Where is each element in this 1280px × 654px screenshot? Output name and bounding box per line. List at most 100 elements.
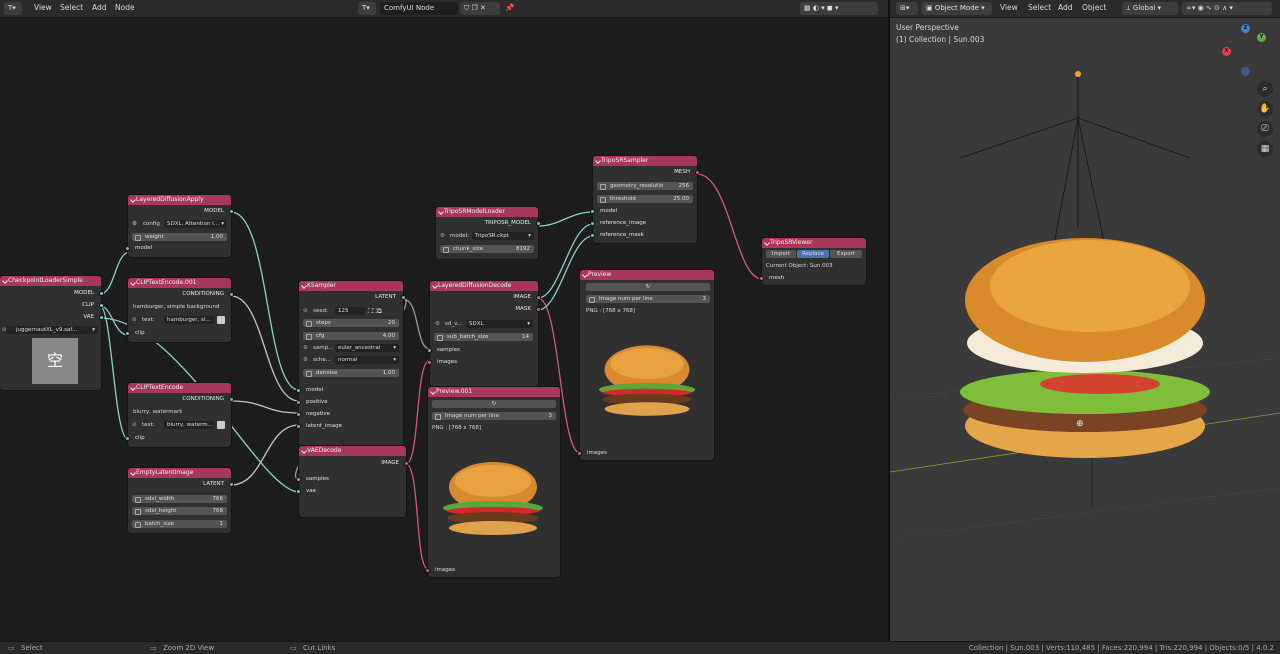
width-field[interactable]: sdxl_width 768 — [132, 495, 227, 503]
steps-field[interactable]: steps 20 — [303, 319, 399, 327]
socket-image-out[interactable] — [404, 461, 409, 466]
node-tree-name-field[interactable]: ComfyUI Node — [380, 2, 458, 15]
menu-node[interactable]: Node — [115, 3, 135, 12]
socket-latent-out[interactable] — [229, 482, 234, 487]
weight-field[interactable]: weight 1.00 — [132, 233, 227, 241]
node-layered-diffusion-apply[interactable]: LayeredDiffusionApply MODEL ⚙ config SDX… — [125, 195, 234, 257]
socket-reference-mask-in[interactable] — [590, 233, 595, 238]
socket-latent-out[interactable] — [401, 295, 406, 300]
socket-model-in[interactable] — [590, 209, 595, 214]
socket-model-out[interactable] — [229, 209, 234, 214]
batch-size-field[interactable]: batch_size 1 — [132, 520, 227, 528]
config-select[interactable]: SDXL, Attention I... ▾ — [164, 220, 227, 228]
cfg-field[interactable]: cfg 4.00 — [303, 332, 399, 340]
socket-vae-in[interactable] — [296, 489, 301, 494]
node-clip-text-encode-001[interactable]: CLIPTextEncode.001 CONDITIONING hamburge… — [125, 278, 234, 342]
height-field[interactable]: sdxl_height 768 — [132, 507, 227, 515]
socket-clip-in[interactable] — [125, 436, 130, 441]
refresh-button[interactable]: ↻ — [586, 283, 710, 291]
node-preview-001[interactable]: Preview.001 ↻ Image num per line 3 PNG : … — [425, 387, 560, 577]
node-editor-canvas[interactable]: CheckpointLoaderSimple MODEL CLIP VAE ju… — [0, 18, 888, 641]
socket-clip-in[interactable] — [125, 331, 130, 336]
socket-mesh-in[interactable] — [759, 276, 764, 281]
socket-mesh-out[interactable] — [695, 170, 700, 175]
viewport-editor-type-button[interactable]: ⊞▾ — [896, 2, 918, 15]
mode-select[interactable]: ▣ Object Mode ▾ — [922, 2, 992, 15]
node-empty-latent-image[interactable]: EmptyLatentImage LATENT sdxl_width 768 sd… — [128, 468, 234, 533]
gizmo-z-axis[interactable]: Z — [1241, 24, 1250, 33]
zoom-icon[interactable]: ⌕ — [1257, 81, 1273, 97]
sub-batch-size-field[interactable]: sub_batch_size 14 — [434, 333, 533, 341]
socket-mask-out[interactable] — [536, 307, 541, 312]
node-checkpoint-loader[interactable]: CheckpointLoaderSimple MODEL CLIP VAE ju… — [0, 276, 104, 390]
socket-model-in[interactable] — [296, 388, 301, 393]
socket-negative-in[interactable] — [296, 412, 301, 417]
node-clip-text-encode[interactable]: CLIPTextEncode CONDITIONING blurry, wate… — [125, 383, 234, 447]
edit-text-icon[interactable] — [217, 316, 225, 324]
socket-conditioning-out[interactable] — [229, 397, 234, 402]
socket-reference-image-in[interactable] — [590, 221, 595, 226]
node-triposr-model-loader[interactable]: TripoSRModelLoader TRIPOSR_MODEL ⚙ model… — [436, 207, 541, 259]
viewport-menu-add[interactable]: Add — [1058, 3, 1073, 12]
pin-icon[interactable]: 📌 — [505, 3, 514, 12]
socket-images-in[interactable] — [577, 451, 582, 456]
sampler-select[interactable]: euler_ancestral ▾ — [335, 344, 399, 352]
socket-conditioning-out[interactable] — [229, 292, 234, 297]
socket-samples-in[interactable] — [427, 348, 432, 353]
snap-proportional-buttons[interactable]: ∞▾ ◉ ∿ ⊙ ∧ ▾ — [1182, 2, 1272, 15]
node-triposr-sampler[interactable]: TripoSRSampler MESH geometry_resolutio 25… — [590, 156, 700, 243]
menu-select[interactable]: Select — [60, 3, 83, 12]
sd-version-select[interactable]: SDXL ▾ — [466, 320, 533, 328]
denoise-field[interactable]: denoise 1.00 — [303, 369, 399, 377]
edit-text-icon[interactable] — [217, 421, 225, 429]
socket-images-in[interactable] — [425, 568, 430, 573]
seed-action-icons[interactable]: ⛶⛶⧉ — [368, 307, 382, 316]
socket-image-out[interactable] — [536, 295, 541, 300]
viewport-menu-view[interactable]: View — [1000, 3, 1018, 12]
image-num-field[interactable]: Image num per line 3 — [432, 412, 556, 420]
seed-field[interactable]: 125 — [335, 307, 365, 315]
ckpt-select[interactable]: juggernautXL_v9.saf... ▾ — [6, 326, 98, 334]
overlay-buttons[interactable]: ▦ ◐ ▾ ◼ ▾ — [800, 2, 878, 15]
camera-icon[interactable]: ⎚ — [1257, 121, 1273, 137]
image-num-field[interactable]: Image num per line 3 — [586, 295, 710, 303]
gizmo-x-axis[interactable]: X — [1222, 47, 1231, 56]
viewport-menu-object[interactable]: Object — [1082, 3, 1106, 12]
chunk-size-field[interactable]: chunk_size 8192 — [440, 245, 534, 253]
model-select[interactable]: TripoSR.ckpt ▾ — [472, 232, 534, 240]
refresh-button[interactable]: ↻ — [432, 400, 556, 408]
socket-positive-in[interactable] — [296, 400, 301, 405]
gizmo-neg-z[interactable] — [1241, 67, 1250, 76]
socket-vae-out[interactable] — [99, 315, 104, 320]
node-vae-decode[interactable]: VAEDecode IMAGE samples vae — [296, 446, 409, 517]
tree-actions[interactable]: ⛉ ❐ ✕ — [460, 2, 500, 15]
node-ksampler[interactable]: KSampler LATENT ⊘ seed: 125 ⛶⛶⧉ steps 20 … — [296, 281, 406, 451]
scheduler-select[interactable]: normal ▾ — [335, 356, 399, 364]
socket-images-in[interactable] — [427, 360, 432, 365]
replace-button[interactable]: Replace — [797, 250, 829, 258]
socket-triposr-model-out[interactable] — [536, 221, 541, 226]
navigation-gizmo[interactable]: Z Y X — [1218, 22, 1278, 82]
geometry-resolution-field[interactable]: geometry_resolutio 256 — [597, 182, 693, 190]
text-field[interactable]: hamburger, si... — [164, 316, 214, 324]
node-preview[interactable]: Preview ↻ Image num per line 3 PNG : [768… — [577, 270, 714, 460]
gizmo-y-axis[interactable]: Y — [1257, 33, 1266, 42]
socket-latent-in[interactable] — [296, 424, 301, 429]
orientation-select[interactable]: ⟂ Global ▾ — [1122, 2, 1178, 15]
socket-samples-in[interactable] — [296, 477, 301, 482]
editor-type-button[interactable]: T▾ — [4, 2, 22, 15]
node-triposr-viewer[interactable]: TripoSRViewer Import Replace Export Curr… — [759, 238, 866, 285]
text-field[interactable]: blurry, waterm... — [164, 421, 214, 429]
menu-add[interactable]: Add — [92, 3, 107, 12]
viewport-menu-select[interactable]: Select — [1028, 3, 1051, 12]
socket-model-out[interactable] — [99, 291, 104, 296]
socket-model-in[interactable] — [125, 246, 130, 251]
tree-type-button[interactable]: T▾ — [358, 2, 376, 15]
export-button[interactable]: Export — [830, 250, 862, 258]
menu-view[interactable]: View — [34, 3, 52, 12]
node-layered-diffusion-decode[interactable]: LayeredDiffusionDecode IMAGE MASK ⚙ sd_v… — [427, 281, 541, 386]
3d-viewport[interactable]: User Perspective (1) Collection | Sun.00… — [890, 18, 1280, 641]
threshold-field[interactable]: threshold 25.00 — [597, 195, 693, 203]
import-button[interactable]: Import — [766, 250, 796, 258]
socket-clip-out[interactable] — [99, 303, 104, 308]
